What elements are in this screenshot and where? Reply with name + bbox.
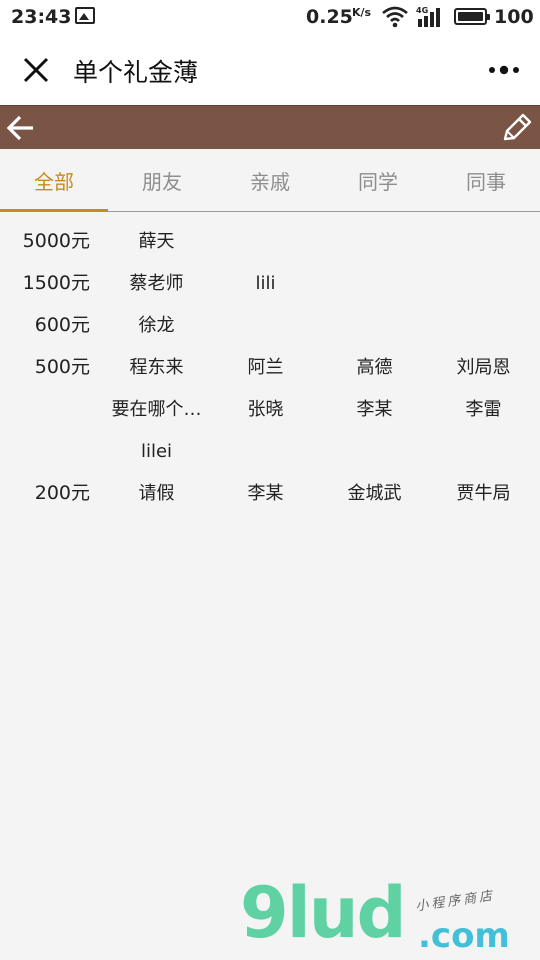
guest-name[interactable]: 李雷 <box>429 389 538 431</box>
more-dots-icon <box>489 65 519 75</box>
tab-2[interactable]: 亲戚 <box>216 149 324 211</box>
name-list: 薛天 <box>102 221 540 263</box>
network-speed-unit: K/s <box>352 6 372 19</box>
guest-name[interactable]: lilei <box>102 431 211 473</box>
amount-label: 600元 <box>34 314 90 336</box>
guest-name[interactable]: 李某 <box>211 473 320 515</box>
amount-group: 200元 请假 李某 金城武 贾牛局 <box>0 473 540 515</box>
network-speed: 0.25 <box>306 6 353 28</box>
tab-4[interactable]: 同事 <box>432 149 540 211</box>
name-list: 请假 李某 金城武 贾牛局 <box>102 473 540 515</box>
edit-button[interactable] <box>500 112 534 144</box>
watermark-domain: .com <box>418 916 510 956</box>
guest-name[interactable]: lili <box>211 263 320 305</box>
more-options-button[interactable] <box>484 62 524 78</box>
guest-name[interactable]: 阿兰 <box>211 347 320 389</box>
battery-percent: 100 <box>494 6 534 28</box>
arrow-left-icon <box>6 115 33 141</box>
guest-name[interactable]: 蔡老师 <box>102 263 211 305</box>
amount-group: 5000元 薛天 <box>0 221 540 263</box>
page-title: 单个礼金薄 <box>73 58 199 87</box>
amount-label: 1500元 <box>22 272 90 294</box>
guest-name[interactable]: 贾牛局 <box>429 473 538 515</box>
amount-group: 1500元 蔡老师 lili <box>0 263 540 305</box>
guest-name[interactable]: 徐龙 <box>102 305 211 347</box>
tab-3[interactable]: 同学 <box>324 149 432 211</box>
tab-0[interactable]: 全部 <box>0 149 108 212</box>
watermark-slogan: 小程序商店 <box>414 888 496 915</box>
watermark-brand: 9lud <box>240 872 407 954</box>
amount-group: 500元 程东来 阿兰 高德 刘局恩要在哪个… 张晓 李某 李雷 lilei <box>0 347 540 473</box>
guest-name[interactable]: 高德 <box>320 347 429 389</box>
category-tabs: 全部 朋友 亲戚 同学 同事 <box>0 149 540 212</box>
amount-label: 200元 <box>34 482 90 504</box>
amount-label: 5000元 <box>22 230 90 252</box>
name-list: 徐龙 <box>102 305 540 347</box>
name-list: 程东来 阿兰 高德 刘局恩要在哪个… 张晓 李某 李雷 lilei <box>102 347 540 473</box>
guest-name[interactable]: 程东来 <box>102 347 211 389</box>
close-button[interactable] <box>18 52 54 88</box>
guest-name[interactable]: 薛天 <box>102 221 211 263</box>
nav-bar: 单个礼金薄 <box>0 34 540 105</box>
gallery-notification-icon <box>75 7 95 24</box>
cellular-signal-icon: 4G <box>416 5 444 34</box>
guest-name[interactable]: 金城武 <box>320 473 429 515</box>
name-list: 蔡老师 lili <box>102 263 540 305</box>
battery-icon <box>454 8 490 25</box>
status-time: 23:43 <box>11 6 72 28</box>
back-button[interactable] <box>6 114 36 142</box>
guest-name[interactable]: 请假 <box>102 473 211 515</box>
guest-name[interactable]: 李某 <box>320 389 429 431</box>
guest-name[interactable]: 张晓 <box>211 389 320 431</box>
network-type-label: 4G <box>416 6 428 15</box>
toolbar <box>0 105 540 149</box>
close-icon <box>23 57 49 83</box>
guest-name[interactable]: 要在哪个… <box>102 389 211 431</box>
wifi-icon <box>382 6 408 33</box>
guest-name[interactable]: 刘局恩 <box>429 347 538 389</box>
amount-group: 600元 徐龙 <box>0 305 540 347</box>
tab-1[interactable]: 朋友 <box>108 149 216 211</box>
status-bar: 23:43 0.25 K/s 4G 100 <box>0 0 540 34</box>
pencil-icon <box>503 113 532 141</box>
amount-label: 500元 <box>34 356 90 378</box>
